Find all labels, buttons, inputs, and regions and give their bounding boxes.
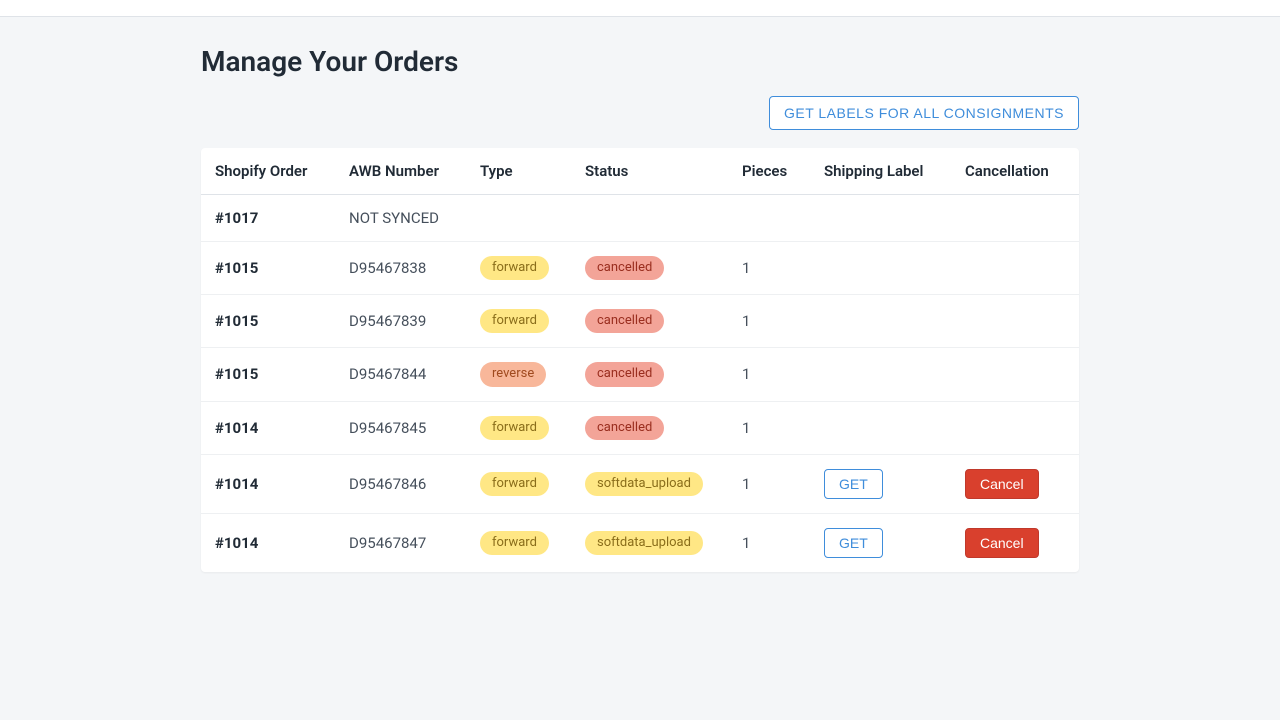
status-badge: softdata_upload xyxy=(585,472,703,496)
cell-shopify-order: #1014 xyxy=(201,401,335,454)
table-row: #1015D95467839 forward cancelled 1 xyxy=(201,295,1079,348)
cell-awb-number: NOT SYNCED xyxy=(335,195,466,242)
cell-awb-number: D95467846 xyxy=(335,454,466,513)
cell-pieces: 1 xyxy=(728,454,810,513)
table-row: #1014D95467847 forward softdata_upload 1 GET… xyxy=(201,513,1079,572)
type-badge: forward xyxy=(480,256,549,280)
cell-pieces: 1 xyxy=(728,401,810,454)
cell-awb-number: D95467845 xyxy=(335,401,466,454)
orders-table: Shopify Order AWB Number Type Status Pie… xyxy=(201,148,1079,572)
header-cancellation: Cancellation xyxy=(951,148,1079,195)
cell-awb-number: D95467844 xyxy=(335,348,466,401)
cell-shopify-order: #1014 xyxy=(201,513,335,572)
type-badge: reverse xyxy=(480,362,546,386)
cell-shipping-label xyxy=(810,242,951,295)
header-shipping-label: Shipping Label xyxy=(810,148,951,195)
status-badge: softdata_upload xyxy=(585,531,703,555)
cell-type: forward xyxy=(466,401,571,454)
type-badge: forward xyxy=(480,472,549,496)
cell-type: forward xyxy=(466,242,571,295)
status-badge: cancelled xyxy=(585,309,664,333)
cell-pieces: 1 xyxy=(728,513,810,572)
cell-pieces: 1 xyxy=(728,295,810,348)
header-awb-number: AWB Number xyxy=(335,148,466,195)
cell-shipping-label xyxy=(810,195,951,242)
table-row: #1014D95467846 forward softdata_upload 1 GET… xyxy=(201,454,1079,513)
type-badge: forward xyxy=(480,309,549,333)
orders-card: Shopify Order AWB Number Type Status Pie… xyxy=(201,148,1079,572)
cell-shipping-label xyxy=(810,295,951,348)
table-row: #1015D95467838 forward cancelled 1 xyxy=(201,242,1079,295)
cell-shopify-order: #1014 xyxy=(201,454,335,513)
type-badge: forward xyxy=(480,416,549,440)
cell-status: cancelled xyxy=(571,348,728,401)
cell-cancellation: Cancel xyxy=(951,454,1079,513)
cell-shipping-label xyxy=(810,401,951,454)
cell-shipping-label xyxy=(810,348,951,401)
cell-cancellation xyxy=(951,295,1079,348)
header-type: Type xyxy=(466,148,571,195)
get-all-labels-button[interactable]: GET LABELS FOR ALL CONSIGNMENTS xyxy=(769,96,1079,130)
page-title: Manage Your Orders xyxy=(201,45,1079,78)
cell-shopify-order: #1015 xyxy=(201,295,335,348)
cell-status: cancelled xyxy=(571,295,728,348)
cell-awb-number: D95467839 xyxy=(335,295,466,348)
cell-cancellation xyxy=(951,348,1079,401)
cell-status: cancelled xyxy=(571,242,728,295)
cell-cancellation xyxy=(951,401,1079,454)
cell-shipping-label: GET xyxy=(810,513,951,572)
main-container: Manage Your Orders GET LABELS FOR ALL CO… xyxy=(201,17,1079,572)
header-status: Status xyxy=(571,148,728,195)
cancel-button[interactable]: Cancel xyxy=(965,469,1039,499)
get-label-button[interactable]: GET xyxy=(824,528,883,558)
type-badge: forward xyxy=(480,531,549,555)
cell-shopify-order: #1015 xyxy=(201,348,335,401)
table-row: #1014D95467845 forward cancelled 1 xyxy=(201,401,1079,454)
status-badge: cancelled xyxy=(585,416,664,440)
cell-pieces xyxy=(728,195,810,242)
status-badge: cancelled xyxy=(585,362,664,386)
table-row: #1017NOT SYNCED xyxy=(201,195,1079,242)
cell-cancellation: Cancel xyxy=(951,513,1079,572)
cell-type: reverse xyxy=(466,348,571,401)
cell-cancellation xyxy=(951,195,1079,242)
cell-status: cancelled xyxy=(571,401,728,454)
cell-type xyxy=(466,195,571,242)
topbar xyxy=(0,0,1280,17)
header-shopify-order: Shopify Order xyxy=(201,148,335,195)
cell-awb-number: D95467838 xyxy=(335,242,466,295)
table-row: #1015D95467844 reverse cancelled 1 xyxy=(201,348,1079,401)
cell-type: forward xyxy=(466,295,571,348)
cancel-button[interactable]: Cancel xyxy=(965,528,1039,558)
cell-type: forward xyxy=(466,513,571,572)
cell-pieces: 1 xyxy=(728,242,810,295)
table-header-row: Shopify Order AWB Number Type Status Pie… xyxy=(201,148,1079,195)
cell-type: forward xyxy=(466,454,571,513)
cell-status: softdata_upload xyxy=(571,454,728,513)
action-row: GET LABELS FOR ALL CONSIGNMENTS xyxy=(201,96,1079,130)
cell-awb-number: D95467847 xyxy=(335,513,466,572)
cell-cancellation xyxy=(951,242,1079,295)
cell-shipping-label: GET xyxy=(810,454,951,513)
header-pieces: Pieces xyxy=(728,148,810,195)
cell-status xyxy=(571,195,728,242)
cell-status: softdata_upload xyxy=(571,513,728,572)
get-label-button[interactable]: GET xyxy=(824,469,883,499)
cell-shopify-order: #1015 xyxy=(201,242,335,295)
cell-shopify-order: #1017 xyxy=(201,195,335,242)
status-badge: cancelled xyxy=(585,256,664,280)
cell-pieces: 1 xyxy=(728,348,810,401)
